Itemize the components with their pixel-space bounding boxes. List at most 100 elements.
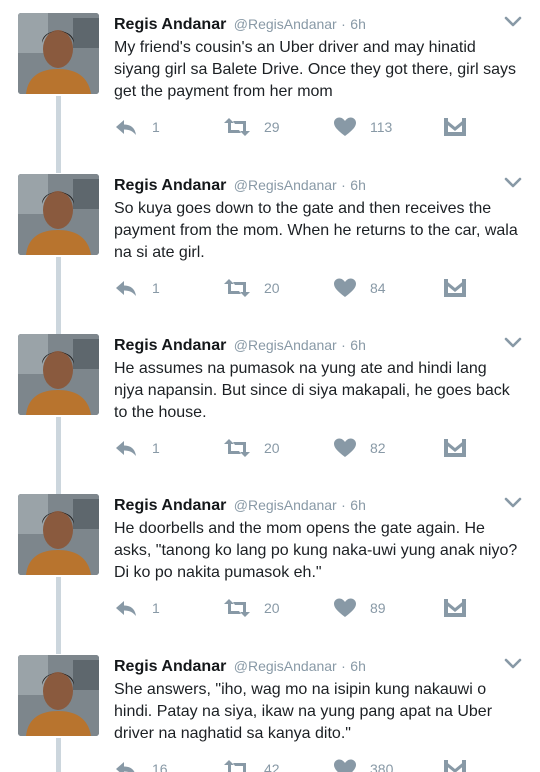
reply-button[interactable]: 1 — [114, 278, 160, 298]
like-button[interactable]: 113 — [334, 117, 392, 137]
direct-message-button[interactable] — [444, 278, 466, 298]
like-button[interactable]: 380 — [334, 759, 393, 772]
reply-count: 16 — [152, 761, 168, 772]
tweet-actions: 1 20 82 — [114, 438, 474, 458]
display-name[interactable]: Regis Andanar — [114, 177, 226, 194]
tweet-header: Regis Andanar @RegisAndanar · 6h — [114, 13, 366, 35]
retweet-icon — [224, 117, 250, 137]
retweet-count: 20 — [264, 600, 280, 616]
direct-message-button[interactable] — [444, 117, 466, 137]
tweet[interactable]: Regis Andanar @RegisAndanar · 6h She ans… — [0, 655, 540, 772]
timestamp[interactable]: 6h — [350, 177, 366, 193]
user-handle[interactable]: @RegisAndanar — [234, 337, 337, 353]
tweet-text: My friend's cousin's an Uber driver and … — [114, 39, 516, 100]
display-name[interactable]: Regis Andanar — [114, 16, 226, 33]
tweet[interactable]: Regis Andanar @RegisAndanar · 6h My frie… — [0, 13, 540, 173]
thread-line — [56, 113, 61, 172]
separator-dot: · — [341, 658, 346, 674]
tweet-text: He doorbells and the mom opens the gate … — [114, 520, 518, 581]
reply-button[interactable]: 1 — [114, 117, 160, 137]
display-name[interactable]: Regis Andanar — [114, 497, 226, 514]
chevron-down-icon[interactable] — [503, 15, 523, 29]
direct-message-icon — [444, 439, 466, 457]
direct-message-icon — [444, 118, 466, 136]
reply-button[interactable]: 1 — [114, 438, 160, 458]
reply-count: 1 — [152, 600, 160, 616]
reply-button[interactable]: 16 — [114, 759, 168, 772]
tweet-text: So kuya goes down to the gate and then r… — [114, 200, 518, 261]
separator-dot: · — [341, 16, 346, 32]
reply-count: 1 — [152, 440, 160, 456]
thread-line — [56, 577, 61, 654]
tweet-actions: 16 42 380 — [114, 759, 474, 772]
retweet-button[interactable]: 29 — [224, 117, 280, 137]
reply-button[interactable]: 1 — [114, 598, 160, 618]
retweet-icon — [224, 278, 250, 298]
tweet-text: He assumes na pumasok na yung ate and hi… — [114, 360, 510, 421]
timestamp[interactable]: 6h — [350, 658, 366, 674]
user-handle[interactable]: @RegisAndanar — [234, 497, 337, 513]
direct-message-button[interactable] — [444, 759, 466, 772]
direct-message-icon — [444, 599, 466, 617]
retweet-count: 20 — [264, 280, 280, 296]
user-handle[interactable]: @RegisAndanar — [234, 177, 337, 193]
tweet-header: Regis Andanar @RegisAndanar · 6h — [114, 334, 366, 356]
timestamp[interactable]: 6h — [350, 497, 366, 513]
tweet[interactable]: Regis Andanar @RegisAndanar · 6h He assu… — [0, 274, 540, 494]
avatar[interactable] — [18, 174, 99, 255]
like-button[interactable]: 82 — [334, 438, 386, 458]
timestamp[interactable]: 6h — [350, 16, 366, 32]
avatar[interactable] — [18, 334, 99, 415]
reply-count: 1 — [152, 119, 160, 135]
direct-message-button[interactable] — [444, 438, 466, 458]
retweet-button[interactable]: 42 — [224, 759, 280, 772]
like-count: 89 — [370, 600, 386, 616]
separator-dot: · — [341, 497, 346, 513]
tweet-header: Regis Andanar @RegisAndanar · 6h — [114, 494, 366, 516]
reply-arrow-icon — [114, 759, 138, 772]
display-name[interactable]: Regis Andanar — [114, 658, 226, 675]
retweet-count: 42 — [264, 761, 280, 772]
user-handle[interactable]: @RegisAndanar — [234, 658, 337, 674]
thread-line — [56, 434, 61, 492]
direct-message-icon — [444, 279, 466, 297]
chevron-down-icon[interactable] — [503, 176, 523, 190]
tweet[interactable]: Regis Andanar @RegisAndanar · 6h So kuya… — [0, 113, 540, 334]
chevron-down-icon[interactable] — [503, 336, 523, 350]
retweet-button[interactable]: 20 — [224, 278, 280, 298]
direct-message-icon — [444, 760, 466, 772]
chevron-down-icon[interactable] — [503, 657, 523, 671]
tweet-actions: 1 20 84 — [114, 278, 474, 298]
direct-message-button[interactable] — [444, 598, 466, 618]
chevron-down-icon[interactable] — [503, 496, 523, 510]
like-button[interactable]: 84 — [334, 278, 386, 298]
heart-icon — [334, 759, 356, 772]
like-button[interactable]: 89 — [334, 598, 386, 618]
retweet-count: 20 — [264, 440, 280, 456]
thread-line — [56, 274, 61, 332]
like-count: 113 — [370, 119, 393, 135]
reply-arrow-icon — [114, 117, 138, 137]
tweet-actions: 1 29 113 — [114, 117, 474, 137]
retweet-icon — [224, 598, 250, 618]
retweet-button[interactable]: 20 — [224, 438, 280, 458]
avatar[interactable] — [18, 494, 99, 575]
user-handle[interactable]: @RegisAndanar — [234, 16, 337, 32]
retweet-icon — [224, 759, 250, 772]
retweet-count: 29 — [264, 119, 280, 135]
heart-icon — [334, 117, 356, 137]
retweet-icon — [224, 438, 250, 458]
avatar[interactable] — [18, 13, 99, 94]
display-name[interactable]: Regis Andanar — [114, 337, 226, 354]
reply-arrow-icon — [114, 438, 138, 458]
like-count: 84 — [370, 280, 386, 296]
reply-arrow-icon — [114, 598, 138, 618]
tweet[interactable]: Regis Andanar @RegisAndanar · 6h He door… — [0, 434, 540, 654]
retweet-button[interactable]: 20 — [224, 598, 280, 618]
heart-icon — [334, 278, 356, 298]
tweet-actions: 1 20 89 — [114, 598, 474, 618]
heart-icon — [334, 438, 356, 458]
separator-dot: · — [341, 337, 346, 353]
avatar[interactable] — [18, 655, 99, 736]
timestamp[interactable]: 6h — [350, 337, 366, 353]
